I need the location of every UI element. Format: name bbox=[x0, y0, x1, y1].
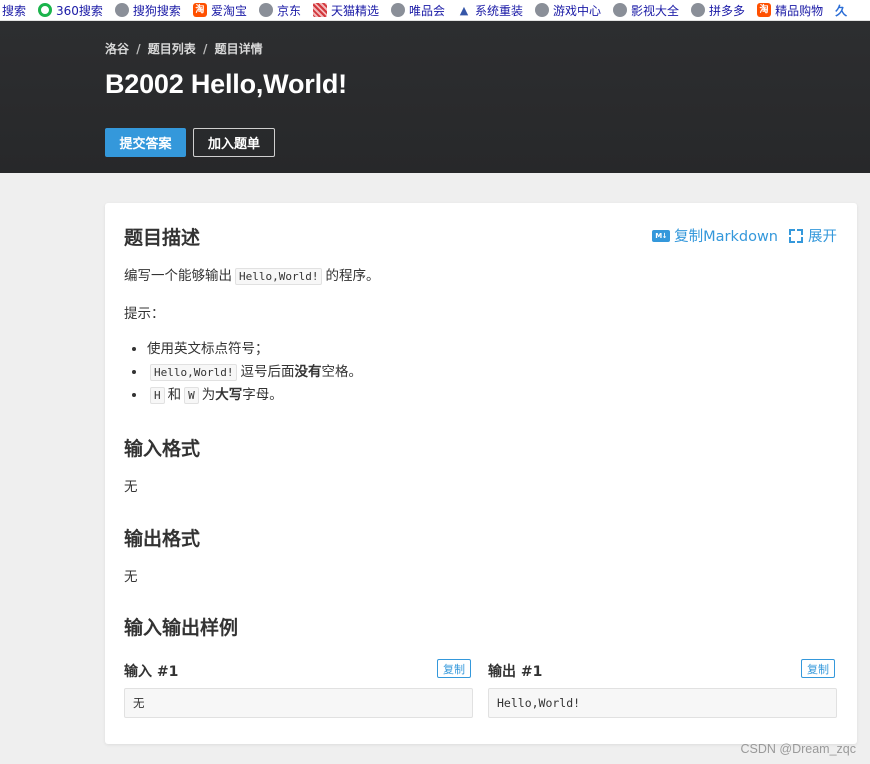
breadcrumb-separator: / bbox=[202, 42, 208, 56]
sample-input-label: 输入 #1 bbox=[124, 664, 179, 680]
add-to-list-button[interactable]: 加入题单 bbox=[193, 128, 275, 157]
inline-code: Hello,World! bbox=[235, 268, 323, 285]
breadcrumb-problem-detail: 题目详情 bbox=[214, 42, 263, 56]
bookmark-shopping[interactable]: 淘精品购物 bbox=[757, 2, 823, 19]
copy-markdown-button[interactable]: M↓ 复制Markdown bbox=[652, 225, 778, 246]
bookmark-sogou[interactable]: 搜狗搜索 bbox=[114, 2, 181, 19]
bookmark-pdd[interactable]: 拼多多 bbox=[691, 2, 745, 19]
bookmark-games[interactable]: 游戏中心 bbox=[535, 2, 601, 19]
tmall-icon bbox=[312, 3, 327, 17]
globe-icon bbox=[691, 3, 706, 17]
samples-title: 输入输出样例 bbox=[124, 617, 239, 639]
output-format-title: 输出格式 bbox=[124, 528, 201, 550]
bookmark-vip[interactable]: 唯品会 bbox=[390, 2, 445, 19]
breadcrumb: 洛谷 / 题目列表 / 题目详情 bbox=[105, 40, 263, 57]
hint-heading: 提示： bbox=[124, 306, 165, 322]
copy-input-button[interactable]: 复制 bbox=[437, 659, 471, 678]
sample-output-label: 输出 #1 bbox=[488, 664, 543, 680]
breadcrumb-problem-list[interactable]: 题目列表 bbox=[148, 42, 196, 56]
taobao-icon: 淘 bbox=[192, 3, 207, 17]
inline-code: W bbox=[184, 387, 199, 404]
problem-header: 洛谷 / 题目列表 / 题目详情 B2002 Hello,World! 提交答案… bbox=[0, 21, 870, 173]
bookmark-reinstall[interactable]: ▲ 系统重装 bbox=[457, 2, 523, 19]
hint-list: 使用英文标点符号； Hello,World!逗号后面没有空格。 H和W为大写字母… bbox=[124, 338, 362, 407]
description-title: 题目描述 bbox=[124, 227, 201, 249]
input-format-text: 无 bbox=[124, 479, 138, 495]
card-tools: M↓ 复制Markdown 展开 bbox=[652, 225, 837, 246]
list-item: H和W为大写字母。 bbox=[147, 384, 362, 407]
copy-output-button[interactable]: 复制 bbox=[801, 659, 835, 678]
list-item: Hello,World!逗号后面没有空格。 bbox=[147, 361, 362, 384]
description-text: 编写一个能够输出 Hello,World! 的程序。 bbox=[124, 268, 380, 285]
list-item: 使用英文标点符号； bbox=[147, 338, 362, 361]
input-format-title: 输入格式 bbox=[124, 438, 201, 460]
submit-answer-button[interactable]: 提交答案 bbox=[105, 128, 186, 157]
bookmark-360[interactable]: 360搜索 bbox=[38, 2, 103, 19]
hat-icon: ▲ bbox=[459, 3, 469, 17]
breadcrumb-separator: / bbox=[136, 42, 141, 56]
expand-button[interactable]: 展开 bbox=[789, 225, 837, 246]
globe-icon bbox=[258, 3, 273, 17]
breadcrumb-luogu[interactable]: 洛谷 bbox=[105, 42, 129, 56]
bookmark-jd[interactable]: 京东 bbox=[258, 2, 301, 19]
taobao-icon: 淘 bbox=[757, 3, 772, 17]
inline-code: Hello,World! bbox=[150, 364, 238, 381]
copy-markdown-label: 复制Markdown bbox=[674, 229, 778, 245]
output-format-text: 无 bbox=[124, 569, 138, 585]
bookmark-search[interactable]: 搜索 bbox=[2, 2, 26, 19]
bookmark-overflow[interactable]: 久 bbox=[835, 2, 847, 19]
bookmark-tmall[interactable]: 天猫精选 bbox=[312, 2, 379, 19]
globe-icon bbox=[390, 3, 405, 17]
markdown-icon: M↓ bbox=[652, 229, 671, 242]
bookmarks-bar: 搜索 360搜索 搜狗搜索 淘爱淘宝 京东 天猫精选 唯品会 ▲ 系统重装 游戏中… bbox=[0, 0, 870, 21]
bookmark-video[interactable]: 影视大全 bbox=[613, 2, 679, 19]
watermark: CSDN @Dream_zqc bbox=[740, 742, 857, 756]
expand-label: 展开 bbox=[808, 229, 837, 245]
360-icon bbox=[38, 3, 53, 17]
inline-code: H bbox=[150, 387, 165, 404]
sample-output-box[interactable]: Hello,World! bbox=[488, 688, 837, 718]
bookmark-aitaobao[interactable]: 淘爱淘宝 bbox=[192, 2, 247, 19]
sample-input-box[interactable]: 无 bbox=[124, 688, 473, 718]
problem-card: 题目描述 M↓ 复制Markdown 展开 编写一个能够输出 Hello,Worl… bbox=[105, 203, 857, 744]
page-title: B2002 Hello,World! bbox=[105, 69, 347, 99]
globe-icon bbox=[613, 3, 628, 17]
globe-icon bbox=[114, 3, 129, 17]
globe-icon bbox=[535, 3, 550, 17]
expand-icon bbox=[789, 228, 803, 243]
